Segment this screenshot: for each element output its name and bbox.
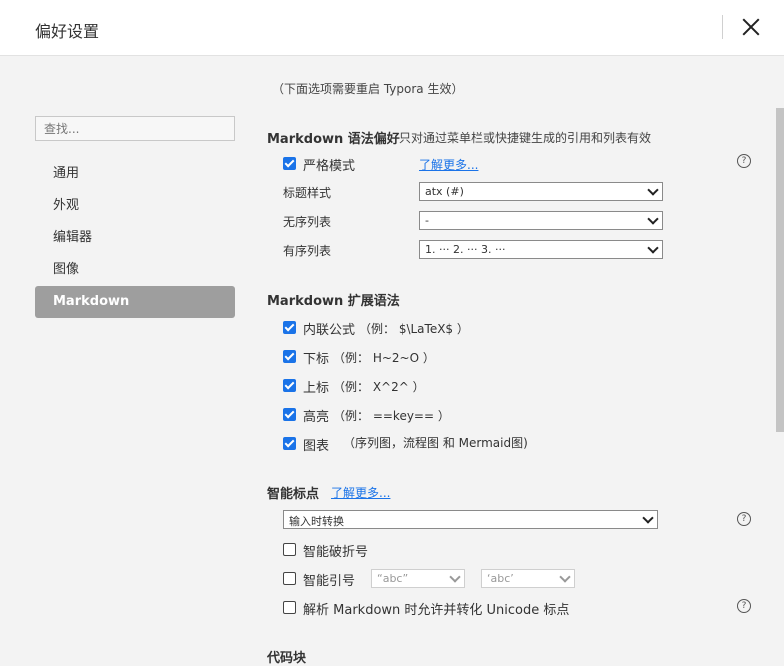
superscript-label: 上标 xyxy=(303,381,330,396)
chevron-down-icon xyxy=(647,184,659,196)
highlight-checkbox[interactable] xyxy=(283,408,296,421)
inline-math-checkbox[interactable] xyxy=(283,321,296,334)
smart-punct-learn-more-link[interactable]: 了解更多... xyxy=(331,484,390,501)
highlight-example: （例： ==key== ） xyxy=(333,409,450,423)
unicode-punct-label: 解析 Markdown 时允许并转化 Unicode 标点 xyxy=(303,603,570,618)
scrollbar-thumb[interactable] xyxy=(776,108,784,432)
heading-style-label: 标题样式 xyxy=(283,186,332,200)
heading-style-value: atx (#) xyxy=(425,185,464,198)
unordered-list-select[interactable]: - xyxy=(419,211,663,230)
help-icon[interactable]: ? xyxy=(737,154,751,168)
smart-punct-mode-value: 输入时转换 xyxy=(289,515,344,528)
strict-mode-checkbox[interactable] xyxy=(283,157,296,170)
ordered-list-value: 1. ··· 2. ··· 3. ··· xyxy=(425,243,506,256)
smart-punct-mode-select[interactable]: 输入时转换 xyxy=(283,510,658,529)
unicode-punct-checkbox[interactable] xyxy=(283,601,296,614)
double-quote-select[interactable]: “abc” xyxy=(371,569,465,588)
help-icon[interactable]: ? xyxy=(737,512,751,526)
subscript-checkbox[interactable] xyxy=(283,350,296,363)
chevron-down-icon xyxy=(449,571,461,583)
restart-notice: （下面选项需要重启 Typora 生效） xyxy=(272,82,464,96)
diagram-example: （序列图，流程图 和 Mermaid图) xyxy=(343,436,528,450)
double-quote-value: “abc” xyxy=(377,572,409,585)
section-title-extended: Markdown 扩展语法 xyxy=(267,294,400,309)
superscript-checkbox[interactable] xyxy=(283,379,296,392)
subscript-example: （例： H~2~O ） xyxy=(333,351,435,365)
section-note-syntax: 只对通过菜单栏或快捷键生成的引用和列表有效 xyxy=(399,131,652,145)
settings-panel: （下面选项需要重启 Typora 生效） Markdown 语法偏好 只对通过菜… xyxy=(0,0,784,666)
heading-style-select[interactable]: atx (#) xyxy=(419,182,663,201)
single-quote-select[interactable]: ‘abc’ xyxy=(481,569,575,588)
help-icon[interactable]: ? xyxy=(737,599,751,613)
unordered-list-label: 无序列表 xyxy=(283,215,332,229)
chevron-down-icon xyxy=(647,242,659,254)
chevron-down-icon xyxy=(559,571,571,583)
highlight-label: 高亮 xyxy=(303,410,330,425)
section-title-smart-punct: 智能标点 xyxy=(267,487,320,502)
chevron-down-icon xyxy=(642,512,654,524)
strict-mode-label: 严格模式 xyxy=(303,159,356,174)
strict-mode-learn-more-link[interactable]: 了解更多... xyxy=(419,156,478,173)
inline-math-label: 内联公式 xyxy=(303,323,356,338)
diagram-label: 图表 xyxy=(303,439,330,454)
section-title-syntax: Markdown 语法偏好 xyxy=(267,132,400,147)
smart-quotes-label: 智能引号 xyxy=(303,574,356,589)
ordered-list-label: 有序列表 xyxy=(283,244,332,258)
chevron-down-icon xyxy=(647,213,659,225)
inline-math-example: （例： $\LaTeX$ ） xyxy=(359,322,469,336)
subscript-label: 下标 xyxy=(303,352,330,367)
smart-dash-checkbox[interactable] xyxy=(283,543,296,556)
smart-dash-label: 智能破折号 xyxy=(303,545,369,560)
section-title-code-block: 代码块 xyxy=(267,651,307,666)
superscript-example: （例： X^2^ ） xyxy=(333,380,425,394)
unordered-list-value: - xyxy=(425,214,429,227)
ordered-list-select[interactable]: 1. ··· 2. ··· 3. ··· xyxy=(419,240,663,259)
smart-quotes-checkbox[interactable] xyxy=(283,572,296,585)
diagram-checkbox[interactable] xyxy=(283,437,296,450)
single-quote-value: ‘abc’ xyxy=(487,572,514,585)
